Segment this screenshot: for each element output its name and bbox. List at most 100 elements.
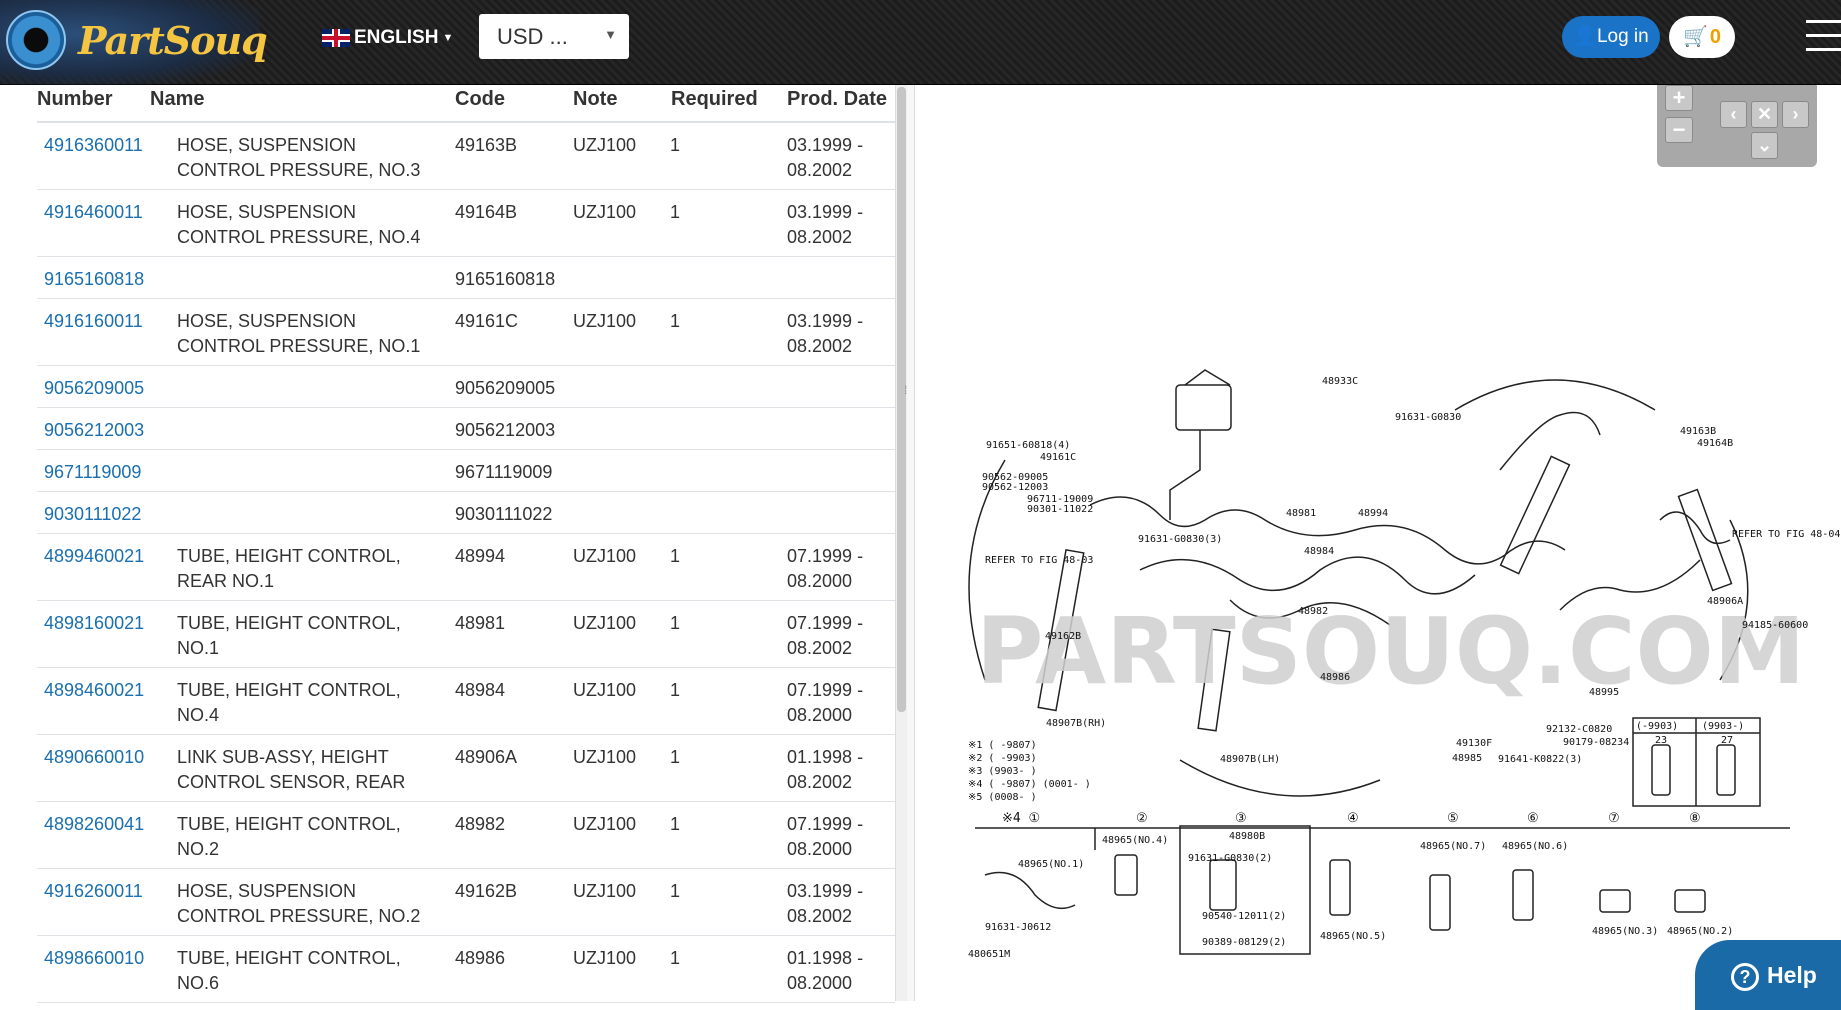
diagram-label[interactable]: 48980B	[1229, 831, 1265, 842]
diagram-label[interactable]: 48965(NO.1)	[1018, 859, 1084, 870]
diagram-label[interactable]: REFER TO FIG 48-03	[985, 555, 1093, 566]
table-row[interactable]: 9056209005 9056209005	[37, 366, 895, 408]
currency-select[interactable]: USD ... ▼	[479, 14, 629, 59]
nav-right-button[interactable]: ›	[1782, 101, 1809, 128]
diagram-label[interactable]: 94185-60600	[1742, 620, 1808, 631]
diagram-label[interactable]: 49163B	[1680, 426, 1716, 437]
part-number-link-text[interactable]: 4916160011	[44, 311, 143, 331]
table-row[interactable]: 4916360011 HOSE, SUSPENSION CONTROL PRESS…	[37, 123, 895, 190]
diagram-label[interactable]: 48933C	[1322, 376, 1358, 387]
diagram-label[interactable]: 91631-G0830(3)	[1138, 534, 1222, 545]
zoom-out-button[interactable]: −	[1665, 117, 1693, 143]
diagram-label[interactable]: 90562-12003	[982, 482, 1048, 493]
part-number-link[interactable]: 4898160021	[44, 611, 144, 636]
diagram-label[interactable]: 48965(NO.6)	[1502, 841, 1568, 852]
table-scrollbar-thumb[interactable]	[897, 87, 906, 712]
table-row[interactable]: 4898160021 TUBE, HEIGHT CONTROL, NO.1 4898…	[37, 601, 895, 668]
diagram-label[interactable]: 91651-60818(4)	[986, 440, 1070, 451]
part-number-link[interactable]: 9030111022	[44, 502, 141, 527]
part-number-link[interactable]: 4898460021	[44, 678, 144, 703]
diagram-label[interactable]: 91631-G0830(2)	[1188, 853, 1272, 864]
diagram-label[interactable]: 48965(NO.4)	[1102, 835, 1168, 846]
part-number-link-text[interactable]: 4898260041	[44, 814, 144, 834]
part-number-link-text[interactable]: 4916360011	[44, 135, 143, 155]
part-number-link-text[interactable]: 4898160021	[44, 613, 144, 633]
panel-splitter[interactable]	[907, 85, 915, 1001]
diagram-label[interactable]: 48982	[1298, 606, 1328, 617]
part-number-link[interactable]: 4916460011	[44, 200, 143, 225]
help-button[interactable]: ? Help	[1695, 940, 1841, 1010]
part-number-link-text[interactable]: 9671119009	[44, 462, 141, 482]
table-row[interactable]: 4899460021 TUBE, HEIGHT CONTROL, REAR NO.…	[37, 534, 895, 601]
part-number-link-text[interactable]: 4890660010	[44, 747, 144, 767]
part-number-link-text[interactable]: 9165160818	[44, 269, 144, 289]
language-selector[interactable]: ENGLISH ▼	[322, 26, 453, 50]
diagram-label[interactable]: REFER TO FIG 48-04	[1732, 529, 1840, 540]
part-number-link[interactable]: 4916260011	[44, 879, 143, 904]
table-row[interactable]: 4916460011 HOSE, SUSPENSION CONTROL PRESS…	[37, 190, 895, 257]
nav-down-button[interactable]: ⌄	[1751, 132, 1778, 159]
part-number-link[interactable]: 9056209005	[44, 376, 144, 401]
table-row[interactable]: 9056212003 9056212003	[37, 408, 895, 450]
table-row[interactable]: 4898460021 TUBE, HEIGHT CONTROL, NO.4 4898…	[37, 668, 895, 735]
table-row[interactable]: 9165160818 9165160818	[37, 257, 895, 299]
hamburger-menu-icon[interactable]	[1806, 20, 1841, 52]
logo[interactable]: PartSouq	[0, 0, 268, 85]
part-number-link[interactable]: 4916360011	[44, 133, 143, 158]
part-number-link-text[interactable]: 4898460021	[44, 680, 144, 700]
table-row[interactable]: 4898660010 TUBE, HEIGHT CONTROL, NO.6 4898…	[37, 936, 895, 1003]
nav-close-button[interactable]: ✕	[1751, 101, 1778, 128]
diagram-label[interactable]: 48965(NO.3)	[1592, 926, 1658, 937]
zoom-in-button[interactable]: +	[1665, 85, 1693, 111]
part-number-link-text[interactable]: 4899460021	[44, 546, 144, 566]
part-number-link-text[interactable]: 9056212003	[44, 420, 144, 440]
table-row[interactable]: 4890660010 LINK SUB-ASSY, HEIGHT CONTROL …	[37, 735, 895, 802]
part-number-link[interactable]: 9056212003	[44, 418, 144, 443]
diagram-label[interactable]: 49130F	[1456, 738, 1492, 749]
diagram-label[interactable]: 90179-08234	[1563, 737, 1629, 748]
diagram-label[interactable]: 48994	[1358, 508, 1388, 519]
diagram-label[interactable]: 90389-08129(2)	[1202, 937, 1286, 948]
part-number-link[interactable]: 9671119009	[44, 460, 141, 485]
part-number-link[interactable]: 9165160818	[44, 267, 144, 292]
table-row[interactable]: 4916260011 HOSE, SUSPENSION CONTROL PRESS…	[37, 869, 895, 936]
part-number-link-text[interactable]: 4916260011	[44, 881, 143, 901]
table-row[interactable]: 9671119009 9671119009	[37, 450, 895, 492]
table-row[interactable]: 4898260041 TUBE, HEIGHT CONTROL, NO.2 4898…	[37, 802, 895, 869]
part-number-link[interactable]: 4916160011	[44, 309, 143, 334]
nav-left-button[interactable]: ‹	[1720, 101, 1747, 128]
diagram-label[interactable]: 90540-12011(2)	[1202, 911, 1286, 922]
part-number-link[interactable]: 4898260041	[44, 812, 144, 837]
diagram-label[interactable]: 48985	[1452, 753, 1482, 764]
part-number-link[interactable]: 4890660010	[44, 745, 144, 770]
diagram-label[interactable]: 49162B	[1045, 631, 1081, 642]
diagram-label[interactable]: 92132-C0820	[1546, 724, 1612, 735]
table-row[interactable]: 9030111022 9030111022	[37, 492, 895, 534]
diagram-label[interactable]: 91641-K0822(3)	[1498, 754, 1582, 765]
diagram-label[interactable]: 91631-G0830	[1395, 412, 1461, 423]
part-number-link-text[interactable]: 9030111022	[44, 504, 141, 524]
diagram-label[interactable]: 91631-J0612	[985, 922, 1051, 933]
diagram-label[interactable]: 48965(NO.5)	[1320, 931, 1386, 942]
table-row[interactable]: 4916160011 HOSE, SUSPENSION CONTROL PRESS…	[37, 299, 895, 366]
diagram-label[interactable]: 49161C	[1040, 452, 1076, 463]
part-number-link-text[interactable]: 4916460011	[44, 202, 143, 222]
part-number-link-text[interactable]: 9056209005	[44, 378, 144, 398]
diagram-label[interactable]: 48995	[1589, 687, 1619, 698]
diagram-label[interactable]: 48906A	[1707, 596, 1743, 607]
cart-button[interactable]: 🛒 0	[1669, 16, 1735, 58]
diagram-label[interactable]: 90301-11022	[1027, 504, 1093, 515]
diagram-label[interactable]: 49164B	[1697, 438, 1733, 449]
diagram-label[interactable]: 48984	[1304, 546, 1334, 557]
diagram-label[interactable]: 48965(NO.2)	[1667, 926, 1733, 937]
diagram-label[interactable]: 48986	[1320, 672, 1350, 683]
part-number-link-text[interactable]: 4898660010	[44, 948, 144, 968]
diagram-label[interactable]: 48981	[1286, 508, 1316, 519]
diagram-label[interactable]: 48907B(LH)	[1220, 754, 1280, 765]
diagram-label[interactable]: 48907B(RH)	[1046, 718, 1106, 729]
parts-diagram[interactable]: PARTSOUQ.COM 48933C 91651-60818(4) 91631-G…	[916, 85, 1841, 1001]
part-number-link[interactable]: 4898660010	[44, 946, 144, 971]
diagram-label[interactable]: 48965(NO.7)	[1420, 841, 1486, 852]
part-number-link[interactable]: 4899460021	[44, 544, 144, 569]
login-button[interactable]: 👤Log in	[1562, 16, 1660, 58]
